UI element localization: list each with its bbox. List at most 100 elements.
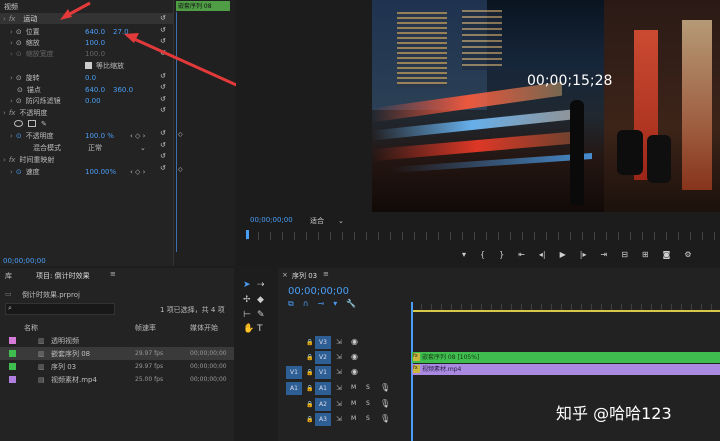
clip-video-file[interactable]: 视频素材.mp4 xyxy=(412,364,720,375)
nest-icon[interactable]: ⧉ xyxy=(288,299,294,309)
item-name: 透明视频 xyxy=(51,336,79,345)
project-panel: 库 项目: 倒计时效果 ≡ ▭ 倒计时效果.prproj ⌕ 1 项已选择，共 … xyxy=(0,268,234,441)
lock-icon[interactable]: 🔒 xyxy=(306,339,313,346)
mute-button[interactable]: M xyxy=(351,384,356,391)
column-header-name[interactable]: 名称 xyxy=(24,323,38,333)
linked-selection-icon[interactable]: ⊸ xyxy=(318,299,325,309)
go-to-in-icon[interactable]: ⇤ xyxy=(518,250,525,259)
export-frame-icon[interactable]: ◙ xyxy=(663,250,671,259)
track-header[interactable]: V1 🔒 V1 ⇲ ◉ xyxy=(284,366,410,380)
list-item[interactable]: ▥ 透明视频 xyxy=(0,334,234,347)
track-label[interactable]: A1 xyxy=(315,382,331,395)
selection-info: 1 项已选择，共 4 项 xyxy=(160,306,225,314)
microphone-icon[interactable]: 🎙 xyxy=(380,383,390,392)
list-item[interactable]: ▥ 序列 03 29.97 fps 00;00;00;00 xyxy=(0,360,234,373)
lock-icon[interactable]: 🔒 xyxy=(306,385,313,392)
step-back-icon[interactable]: ◂| xyxy=(539,250,546,259)
razor-tool-icon[interactable]: ◆ xyxy=(257,295,264,305)
track-label[interactable]: A3 xyxy=(315,413,331,426)
marker-icon[interactable]: ▾ xyxy=(462,250,466,259)
snap-icon[interactable]: ∩ xyxy=(303,299,309,309)
track-header[interactable]: 🔒 V2 ⇲ ◉ xyxy=(284,351,410,365)
track-header[interactable]: 🔒 V3 ⇲ ◉ xyxy=(284,336,410,350)
program-timecode[interactable]: 00;00;00;00 xyxy=(250,216,293,224)
column-header-start[interactable]: 媒体开始 xyxy=(190,323,218,333)
slip-tool-icon[interactable]: ⊢ xyxy=(243,310,251,320)
program-scrubber[interactable] xyxy=(246,232,716,240)
label-color-swatch xyxy=(9,350,16,357)
solo-button[interactable]: S xyxy=(366,415,370,422)
fx-badge-icon: fx xyxy=(413,353,420,361)
list-item[interactable]: ▥ 嵌套序列 08 29.97 fps 00;00;00;00 xyxy=(0,347,234,360)
lock-icon[interactable]: 🔒 xyxy=(306,416,313,423)
add-marker-icon[interactable]: ▾ xyxy=(333,299,337,309)
mute-button[interactable]: M xyxy=(351,415,356,422)
eye-icon[interactable]: ◉ xyxy=(351,367,358,376)
mark-in-icon[interactable]: { xyxy=(480,250,485,259)
lift-icon[interactable]: ⊟ xyxy=(621,250,628,259)
solo-button[interactable]: S xyxy=(366,384,370,391)
play-icon[interactable]: ▶ xyxy=(560,250,566,259)
search-icon: ⌕ xyxy=(8,304,12,312)
track-select-icon[interactable]: ⇢ xyxy=(257,280,265,290)
sync-lock-icon[interactable]: ⇲ xyxy=(336,368,342,376)
project-item-list: ▥ 透明视频 ▥ 嵌套序列 08 29.97 fps 00;00;00;00 ▥ 序列 03 2… xyxy=(0,334,234,386)
lock-icon[interactable]: 🔒 xyxy=(306,401,313,408)
track-label[interactable]: V3 xyxy=(315,336,331,349)
program-video-frame[interactable]: 00;00;15;28 xyxy=(372,0,720,212)
label-color-swatch xyxy=(9,376,16,383)
extract-icon[interactable]: ⊞ xyxy=(642,250,649,259)
timeline-menu-icon[interactable]: ≡ xyxy=(323,270,329,278)
mark-out-icon[interactable]: } xyxy=(499,250,504,259)
tools-panel: ➤ ⇢ ✢ ◆ ⊢ ✎ ✋ T xyxy=(240,278,272,338)
hand-tool-icon[interactable]: ✋ xyxy=(243,324,254,334)
mute-button[interactable]: M xyxy=(351,400,356,407)
fit-select[interactable]: 适合 ⌄ xyxy=(310,216,344,226)
tab-sequence[interactable]: 序列 03 xyxy=(292,271,317,281)
type-tool-icon[interactable]: T xyxy=(257,324,263,334)
track-label[interactable]: A2 xyxy=(315,398,331,411)
column-header-fps[interactable]: 帧速率 xyxy=(135,323,156,333)
timeline-timecode[interactable]: 00;00;00;00 xyxy=(288,286,349,297)
selection-tool-icon[interactable]: ➤ xyxy=(243,280,251,290)
track-label[interactable]: V2 xyxy=(315,351,331,364)
microphone-icon[interactable]: 🎙 xyxy=(380,399,390,408)
ripple-edit-icon[interactable]: ✢ xyxy=(243,295,251,305)
clip-nested-sequence[interactable]: 嵌套序列 08 [105%] xyxy=(412,352,720,363)
timeline-close-icon[interactable]: × xyxy=(282,271,288,279)
panel-menu-icon[interactable]: ≡ xyxy=(110,270,116,278)
eye-icon[interactable]: ◉ xyxy=(351,337,358,346)
lock-icon[interactable]: 🔒 xyxy=(306,369,313,376)
playhead-marker[interactable] xyxy=(246,230,249,239)
sync-lock-icon[interactable]: ⇲ xyxy=(336,338,342,346)
sync-lock-icon[interactable]: ⇲ xyxy=(336,353,342,361)
source-patch[interactable]: V1 xyxy=(286,366,302,379)
eye-icon[interactable]: ◉ xyxy=(351,352,358,361)
wrench-icon[interactable]: 🔧 xyxy=(346,299,356,309)
fx-badge-icon: fx xyxy=(413,365,420,373)
source-patch[interactable]: A1 xyxy=(286,382,302,395)
work-area-bar[interactable] xyxy=(411,310,720,312)
track-label[interactable]: V1 xyxy=(315,366,331,379)
list-item[interactable]: ▤ 视频素材.mp4 25.00 fps 00;00;00;00 xyxy=(0,373,234,386)
sync-lock-icon[interactable]: ⇲ xyxy=(336,415,342,423)
track-header[interactable]: 🔒 A3 ⇲ M S 🎙 xyxy=(284,413,410,427)
tab-project[interactable]: 项目: 倒计时效果 xyxy=(36,271,90,281)
pen-tool-icon[interactable]: ✎ xyxy=(257,310,265,320)
tab-library[interactable]: 库 xyxy=(5,271,12,281)
sync-lock-icon[interactable]: ⇲ xyxy=(336,400,342,408)
step-forward-icon[interactable]: |▸ xyxy=(580,250,587,259)
settings-icon[interactable]: ⚙ xyxy=(684,250,691,259)
solo-button[interactable]: S xyxy=(366,400,370,407)
microphone-icon[interactable]: 🎙 xyxy=(380,414,390,423)
item-start: 00;00;00;00 xyxy=(190,376,227,383)
lock-icon[interactable]: 🔒 xyxy=(306,354,313,361)
sync-lock-icon[interactable]: ⇲ xyxy=(336,384,342,392)
track-header[interactable]: A1 🔒 A1 ⇲ M S 🎙 xyxy=(284,382,410,396)
folder-icon: ▭ xyxy=(5,290,12,298)
video-file-icon: ▤ xyxy=(38,375,45,384)
clip-icon: ▥ xyxy=(38,336,45,345)
search-input[interactable] xyxy=(5,303,115,315)
go-to-out-icon[interactable]: ⇥ xyxy=(601,250,608,259)
track-header[interactable]: 🔒 A2 ⇲ M S 🎙 xyxy=(284,398,410,412)
